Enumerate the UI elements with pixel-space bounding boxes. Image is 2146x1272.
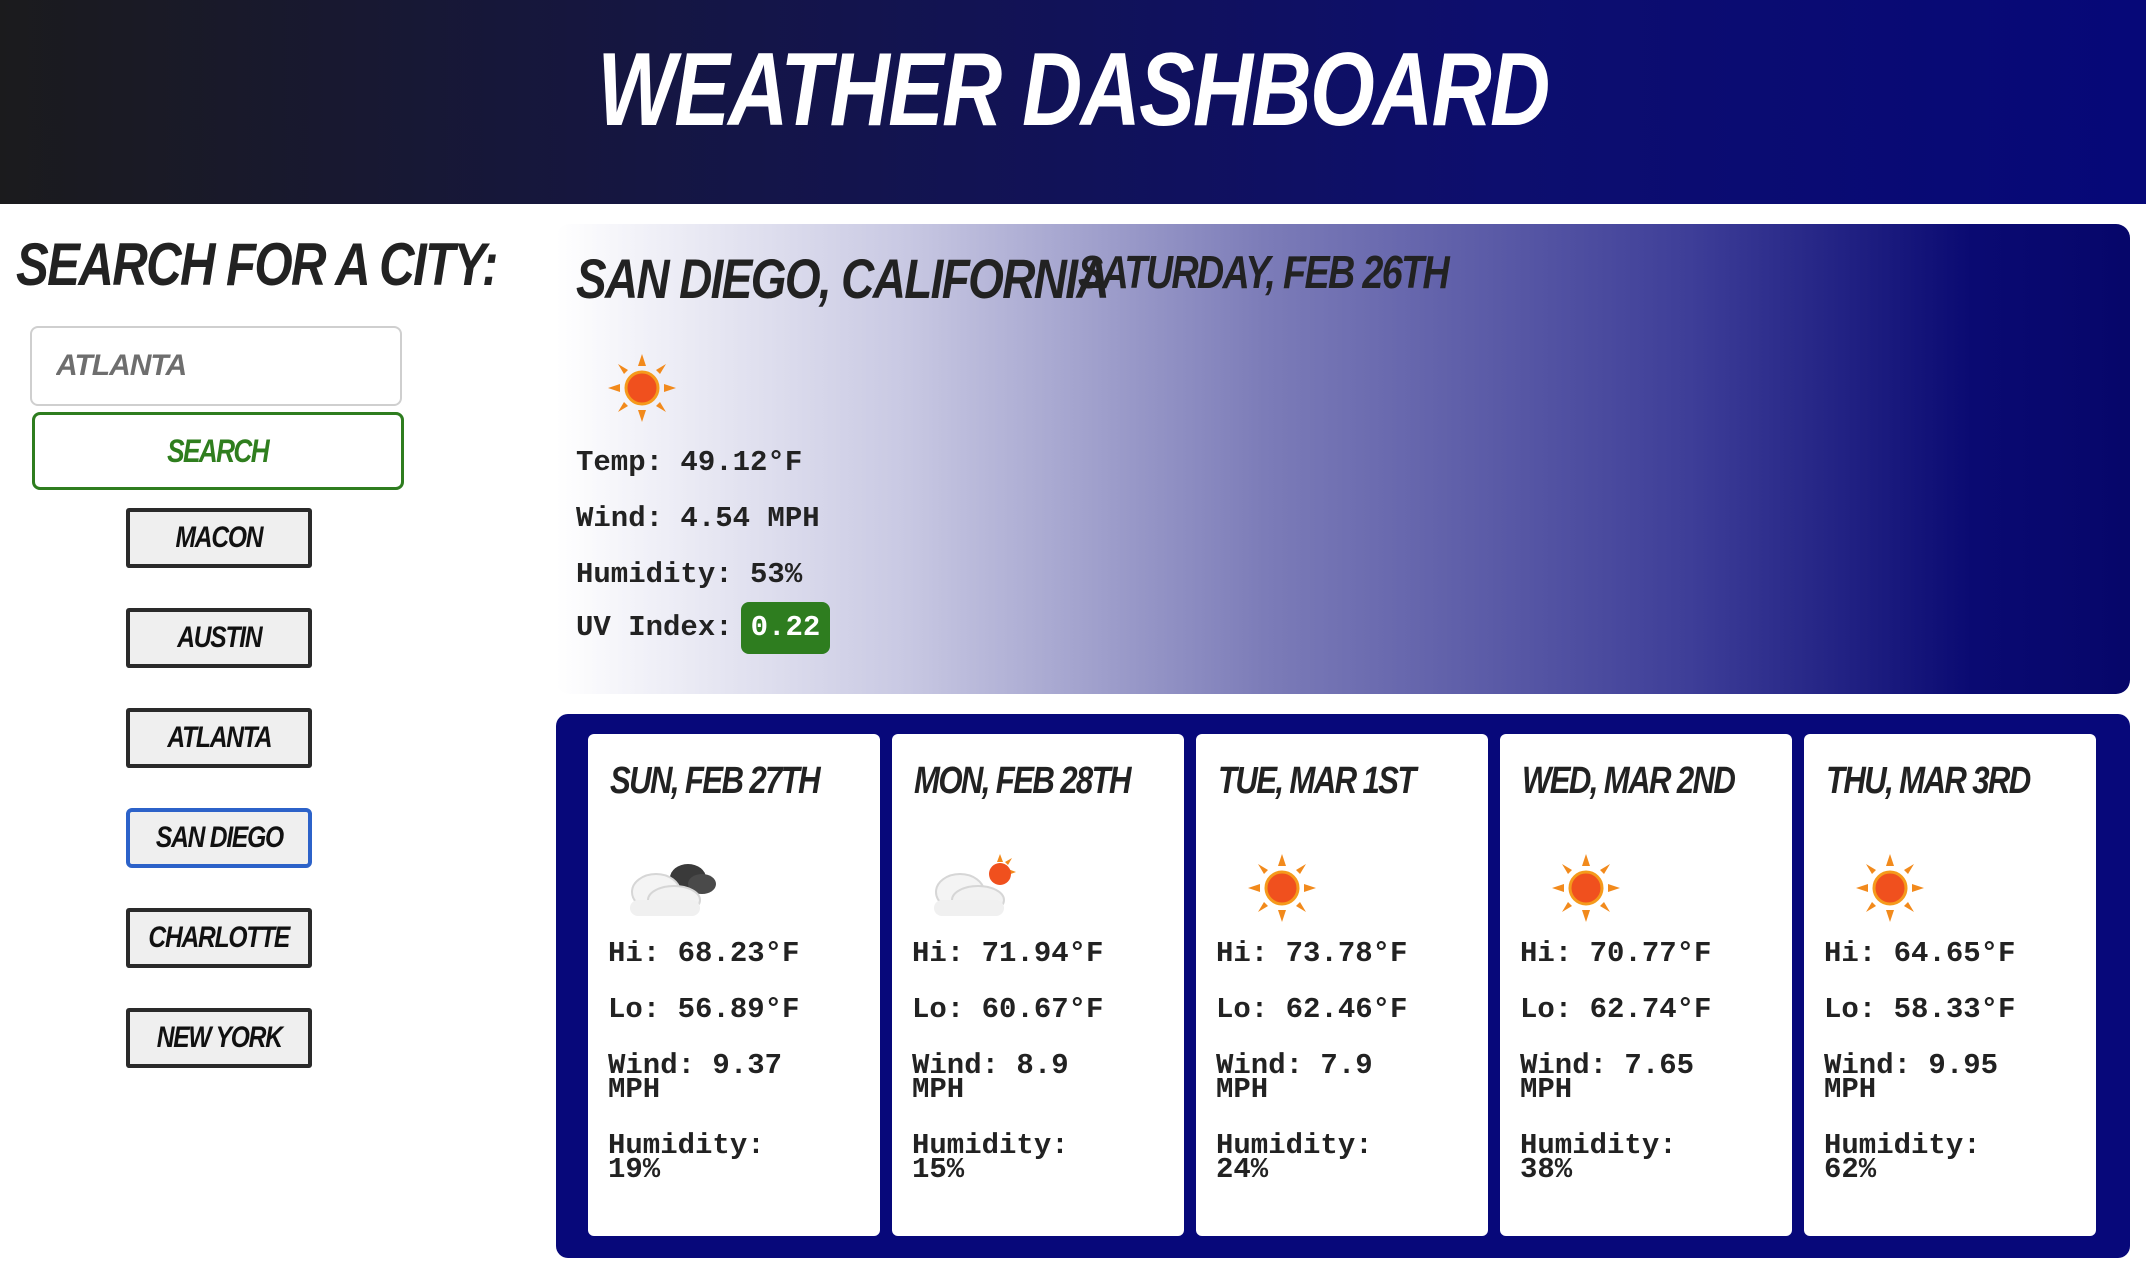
partly-sunny-icon <box>934 854 1016 916</box>
forecast-wind-unit: MPH <box>1216 1073 1269 1106</box>
forecast-humidity-value: 19% <box>608 1153 661 1186</box>
city-button-label: Austin <box>176 621 262 654</box>
search-button[interactable]: Search <box>32 412 404 490</box>
sun-icon <box>1248 854 1316 922</box>
uv-index-label: UV Index: <box>576 611 733 644</box>
forecast-lo: Lo: 62.74°F <box>1520 993 1712 1026</box>
city-button-label: New York <box>156 1021 282 1054</box>
current-city-name: San Diego, California <box>576 247 1110 310</box>
forecast-humidity-value: 15% <box>912 1153 965 1186</box>
forecast-date: Tue, Mar 1st <box>1218 760 1416 802</box>
forecast-date: Thu, Mar 3rd <box>1826 760 2031 802</box>
forecast-lo: Lo: 62.46°F <box>1216 993 1408 1026</box>
city-button-new-york[interactable]: New York <box>126 1008 312 1068</box>
city-button-san-diego[interactable]: San Diego <box>126 808 312 868</box>
sun-icon <box>1552 854 1620 922</box>
cloudy-dark-icon <box>630 864 716 916</box>
forecast-hi: Hi: 64.65°F <box>1824 937 2016 970</box>
current-wind: Wind: 4.54 MPH <box>576 502 820 535</box>
city-button-label: Charlotte <box>148 921 291 954</box>
forecast-card: Mon, Feb 28th Hi: 71.94°F Lo: 60.67°F Wi… <box>892 734 1184 1236</box>
city-button-label: Macon <box>175 521 264 554</box>
app-header: Weather Dashboard <box>0 0 2146 204</box>
forecast-card: Tue, Mar 1st Hi: 73.78°F Lo: 62.46°F Win… <box>1196 734 1488 1236</box>
forecast-wind-unit: MPH <box>1520 1073 1573 1106</box>
forecast-card: Thu, Mar 3rd Hi: 64.65°F Lo: 58.33°F Win… <box>1804 734 2096 1236</box>
city-button-austin[interactable]: Austin <box>126 608 312 668</box>
forecast-humidity-value: 24% <box>1216 1153 1269 1186</box>
forecast-wind-unit: MPH <box>1824 1073 1877 1106</box>
city-search-input[interactable] <box>30 326 402 406</box>
sun-icon <box>1856 854 1924 922</box>
current-humidity: Humidity: 53% <box>576 558 803 591</box>
forecast-hi: Hi: 68.23°F <box>608 937 800 970</box>
forecast-date: Mon, Feb 28th <box>914 760 1132 802</box>
city-button-atlanta[interactable]: Atlanta <box>126 708 312 768</box>
forecast-date: Sun, Feb 27th <box>610 760 821 802</box>
current-date: Saturday, Feb 26th <box>1078 246 1450 298</box>
current-weather-panel: San Diego, California Saturday, Feb 26th… <box>556 224 2130 694</box>
forecast-card: Sun, Feb 27th Hi: 68.23°F Lo: 56.89°F Wi… <box>588 734 880 1236</box>
search-button-label: Search <box>167 432 271 469</box>
forecast-lo: Lo: 56.89°F <box>608 993 800 1026</box>
forecast-date: Wed, Mar 2nd <box>1522 760 1736 802</box>
city-button-label: Atlanta <box>167 721 272 754</box>
sun-icon <box>608 354 676 422</box>
uv-index-badge: 0.22 <box>740 602 831 654</box>
forecast-wind-unit: MPH <box>912 1073 965 1106</box>
current-uv-row: UV Index: 0.22 <box>576 602 831 654</box>
five-day-forecast: Sun, Feb 27th Hi: 68.23°F Lo: 56.89°F Wi… <box>556 714 2130 1258</box>
sidebar: Search for a City: Search Macon Austin A… <box>0 204 555 1272</box>
forecast-hi: Hi: 71.94°F <box>912 937 1104 970</box>
forecast-humidity-value: 62% <box>1824 1153 1877 1186</box>
page-title: Weather Dashboard <box>597 32 1550 148</box>
forecast-wind-unit: MPH <box>608 1073 661 1106</box>
city-button-label: San Diego <box>155 821 283 854</box>
forecast-hi: Hi: 70.77°F <box>1520 937 1712 970</box>
forecast-lo: Lo: 60.67°F <box>912 993 1104 1026</box>
search-heading: Search for a City: <box>16 231 498 298</box>
forecast-card: Wed, Mar 2nd Hi: 70.77°F Lo: 62.74°F Win… <box>1500 734 1792 1236</box>
forecast-hi: Hi: 73.78°F <box>1216 937 1408 970</box>
city-button-charlotte[interactable]: Charlotte <box>126 908 312 968</box>
current-temp: Temp: 49.12°F <box>576 446 803 479</box>
forecast-humidity-value: 38% <box>1520 1153 1573 1186</box>
city-button-macon[interactable]: Macon <box>126 508 312 568</box>
forecast-lo: Lo: 58.33°F <box>1824 993 2016 1026</box>
